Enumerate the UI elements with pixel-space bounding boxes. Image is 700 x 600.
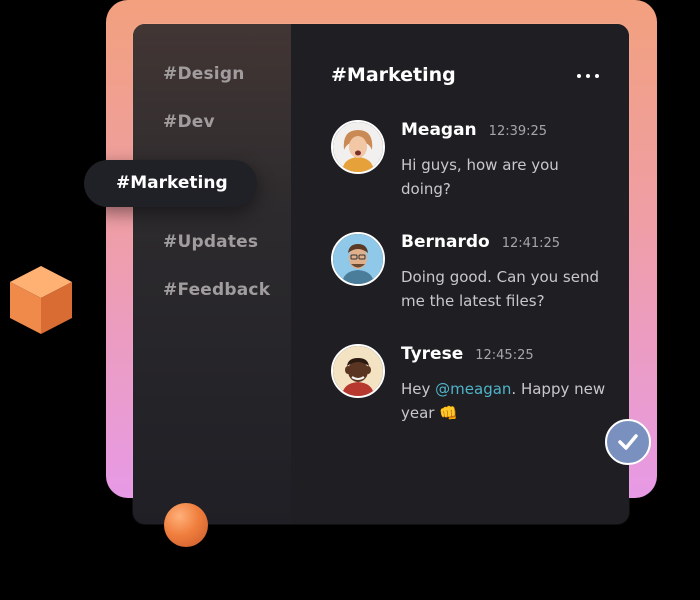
message-text: Hi guys, how are you doing? xyxy=(401,156,559,198)
channel-sidebar: #Design #Dev #Updates #Feedback xyxy=(133,24,291,524)
channel-item-feedback[interactable]: #Feedback xyxy=(163,280,270,300)
message-timestamp: 12:39:25 xyxy=(488,124,548,139)
chat-app-window: #Design #Dev #Updates #Feedback #Marketi… xyxy=(133,24,629,524)
chat-panel: #Marketing Meagan 12:39:25 Hi guys, how … xyxy=(291,24,629,524)
message-header: Tyrese 12:45:25 xyxy=(401,344,534,364)
sender-name: Meagan xyxy=(401,120,477,140)
channel-item-dev[interactable]: #Dev xyxy=(163,112,215,132)
user-mention[interactable]: @meagan xyxy=(435,380,511,398)
message-header: Bernardo 12:41:25 xyxy=(401,232,560,252)
fist-bump-emoji: 👊 xyxy=(439,404,458,422)
avatar[interactable] xyxy=(331,232,385,286)
check-icon[interactable] xyxy=(605,419,651,465)
message-timestamp: 12:45:25 xyxy=(475,348,534,363)
chat-title: #Marketing xyxy=(331,64,456,86)
message-text-part: Hey xyxy=(401,380,436,398)
message-header: Meagan 12:39:25 xyxy=(401,120,547,140)
channel-item-design[interactable]: #Design xyxy=(163,64,245,84)
sphere-icon xyxy=(164,503,208,547)
cube-icon xyxy=(6,262,76,342)
sender-name: Tyrese xyxy=(401,344,464,364)
channel-item-updates[interactable]: #Updates xyxy=(163,232,258,252)
message-text: Hey @meagan. Happy new year 👊 xyxy=(401,377,606,425)
stage: #Design #Dev #Updates #Feedback #Marketi… xyxy=(0,0,700,600)
message-text: Doing good. Can you send me the latest f… xyxy=(401,268,599,310)
channel-item-label: #Marketing xyxy=(116,173,228,193)
message-timestamp: 12:41:25 xyxy=(501,236,561,251)
sender-name: Bernardo xyxy=(401,232,490,252)
avatar[interactable] xyxy=(331,120,385,174)
avatar[interactable] xyxy=(331,344,385,398)
channel-item-marketing[interactable]: #Marketing xyxy=(84,160,257,207)
more-horizontal-icon[interactable] xyxy=(577,74,599,78)
